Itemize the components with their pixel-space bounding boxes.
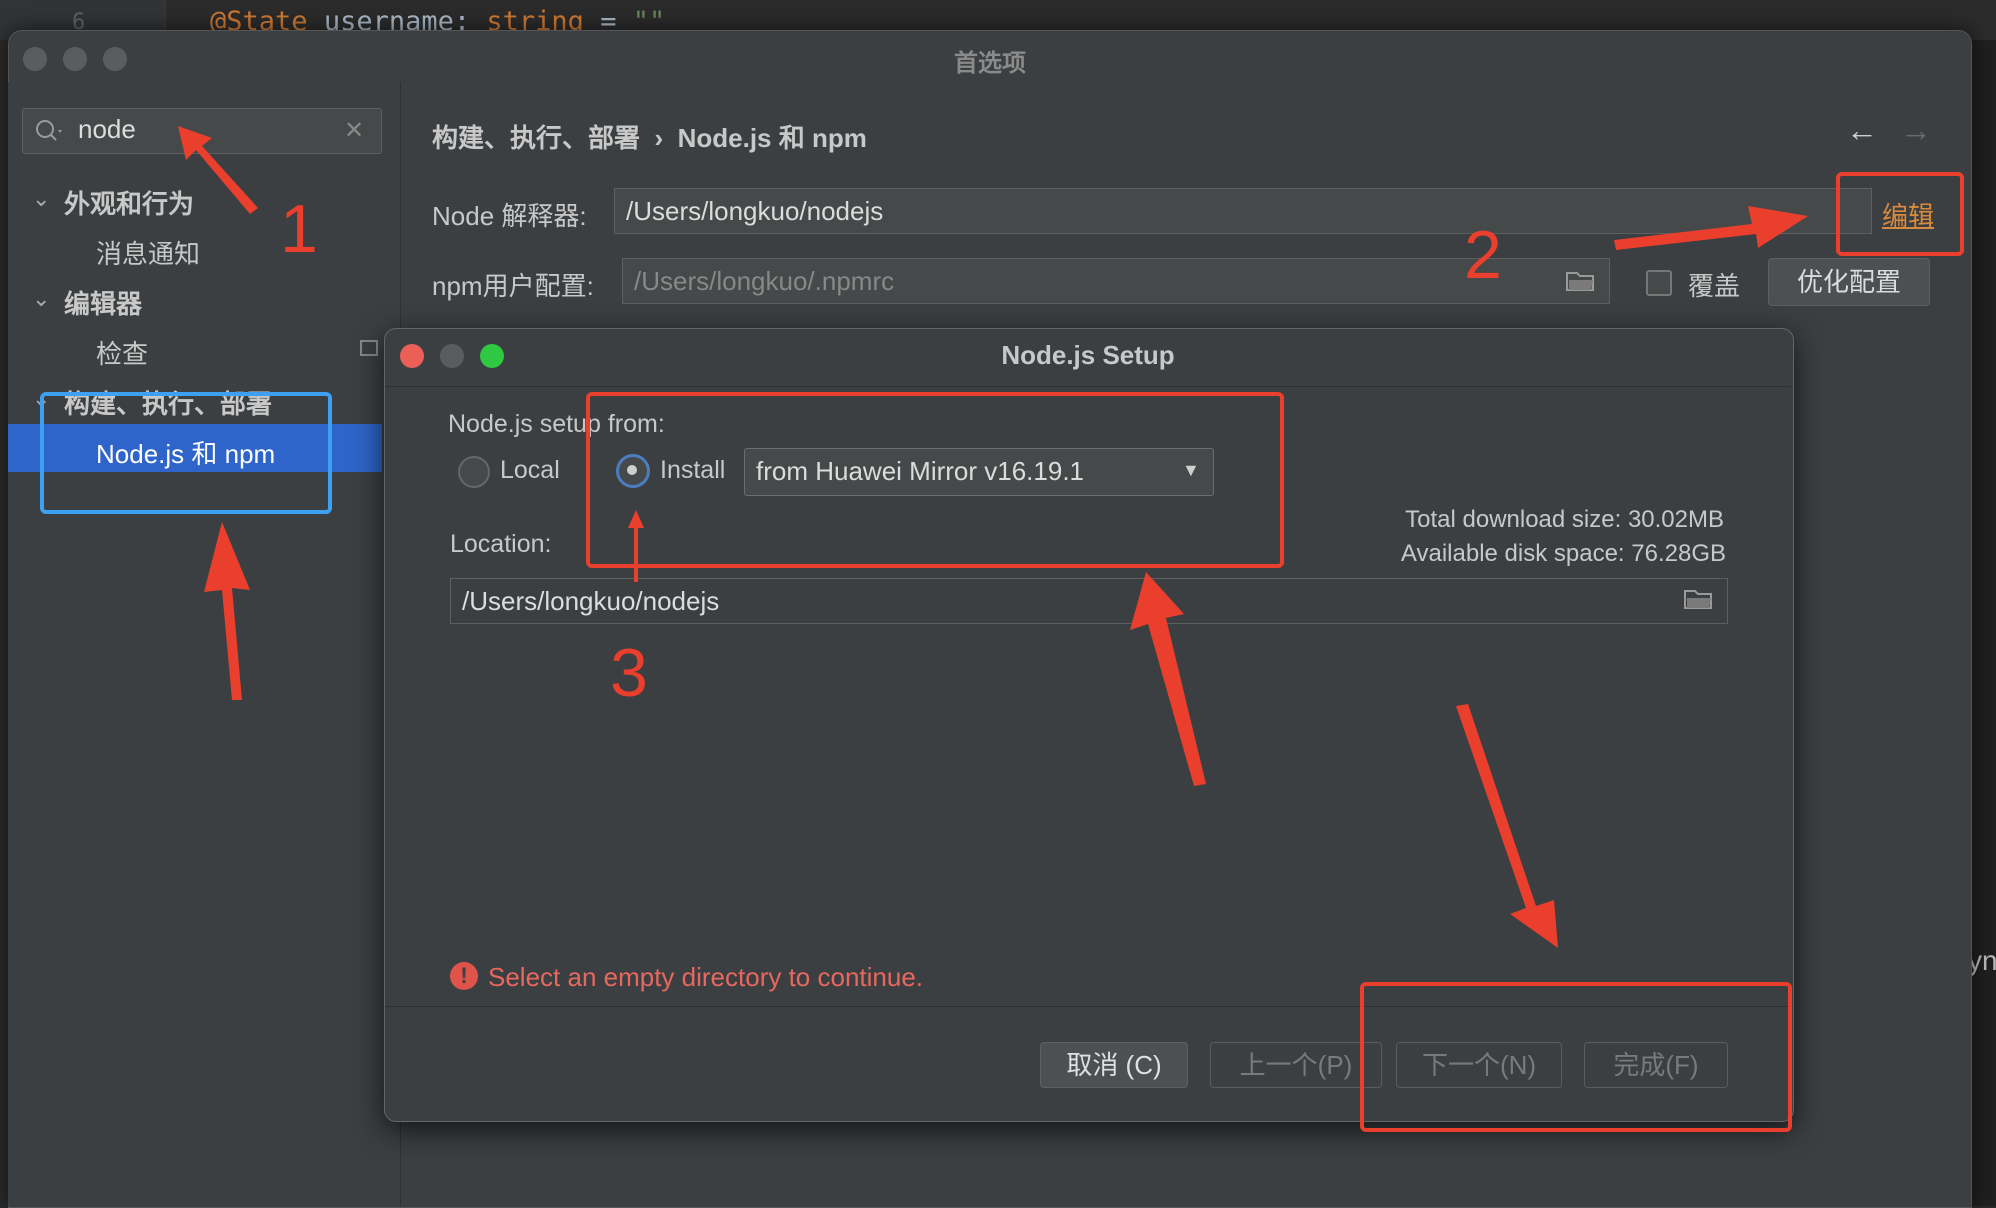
forward-arrow-icon[interactable]: → bbox=[1900, 112, 1932, 149]
dialog-title: Node.js Setup bbox=[1001, 340, 1175, 370]
folder-icon[interactable] bbox=[1566, 270, 1596, 292]
chevron-down-icon[interactable]: ⌄ bbox=[32, 286, 50, 312]
settings-sidebar bbox=[8, 82, 401, 1206]
radio-local[interactable] bbox=[458, 456, 490, 488]
location-value: /Users/longkuo/nodejs bbox=[462, 586, 720, 616]
breadcrumb-current: Node.js 和 npm bbox=[677, 123, 867, 153]
tree-item-appearance[interactable]: 外观和行为 bbox=[64, 184, 194, 221]
clear-search-icon[interactable]: ✕ bbox=[344, 116, 364, 145]
disk-space-text: Available disk space: 76.28GB bbox=[1400, 540, 1726, 567]
settings-search-input[interactable] bbox=[22, 108, 382, 154]
tree-item-editor[interactable]: 编辑器 bbox=[64, 284, 142, 321]
download-size-text: Total download size: 30.02MB bbox=[1405, 506, 1724, 533]
tree-item-inspections[interactable]: 检查 bbox=[96, 334, 148, 371]
annotation-highlight-install bbox=[586, 392, 1284, 568]
window-title: 首选项 bbox=[954, 50, 1026, 77]
project-scope-icon bbox=[360, 340, 378, 356]
annotation-highlight-buttons bbox=[1360, 982, 1792, 1132]
location-label: Location: bbox=[450, 530, 552, 558]
annotation-number-1: 1 bbox=[280, 191, 318, 267]
radio-local-label[interactable]: Local bbox=[500, 456, 560, 485]
search-value: node bbox=[78, 114, 136, 144]
node-interpreter-label: Node 解释器: bbox=[432, 201, 587, 231]
override-checkbox[interactable] bbox=[1646, 270, 1672, 296]
npm-config-value: /Users/longkuo/.npmrc bbox=[634, 266, 895, 296]
override-label: 覆盖 bbox=[1688, 271, 1741, 301]
search-icon bbox=[36, 120, 62, 141]
annotation-number-2: 2 bbox=[1464, 217, 1502, 293]
divider bbox=[385, 386, 1791, 387]
folder-icon[interactable] bbox=[1684, 588, 1714, 610]
error-icon: ! bbox=[450, 962, 478, 990]
chevron-down-icon[interactable]: ⌄ bbox=[32, 186, 50, 212]
node-interpreter-value: /Users/longkuo/nodejs bbox=[626, 196, 884, 226]
annotation-highlight-edit bbox=[1836, 172, 1964, 256]
breadcrumb-parent: 构建、执行、部署 bbox=[432, 123, 641, 153]
breadcrumb-separator: › bbox=[654, 123, 664, 153]
tree-item-notifications[interactable]: 消息通知 bbox=[96, 234, 200, 271]
back-arrow-icon[interactable]: ← bbox=[1846, 112, 1878, 149]
npm-config-label: npm用户配置: bbox=[432, 271, 594, 301]
optimize-config-button[interactable]: 优化配置 bbox=[1768, 258, 1930, 306]
error-message: Select an empty directory to continue. bbox=[488, 962, 924, 992]
annotation-highlight-blue bbox=[40, 392, 332, 514]
cancel-button[interactable]: 取消 (C) bbox=[1040, 1042, 1188, 1088]
background-right-text: yn bbox=[1968, 945, 1996, 976]
annotation-number-3: 3 bbox=[610, 635, 648, 711]
breadcrumb: 构建、执行、部署 › Node.js 和 npm bbox=[432, 118, 867, 155]
previous-button[interactable]: 上一个(P) bbox=[1210, 1042, 1382, 1088]
